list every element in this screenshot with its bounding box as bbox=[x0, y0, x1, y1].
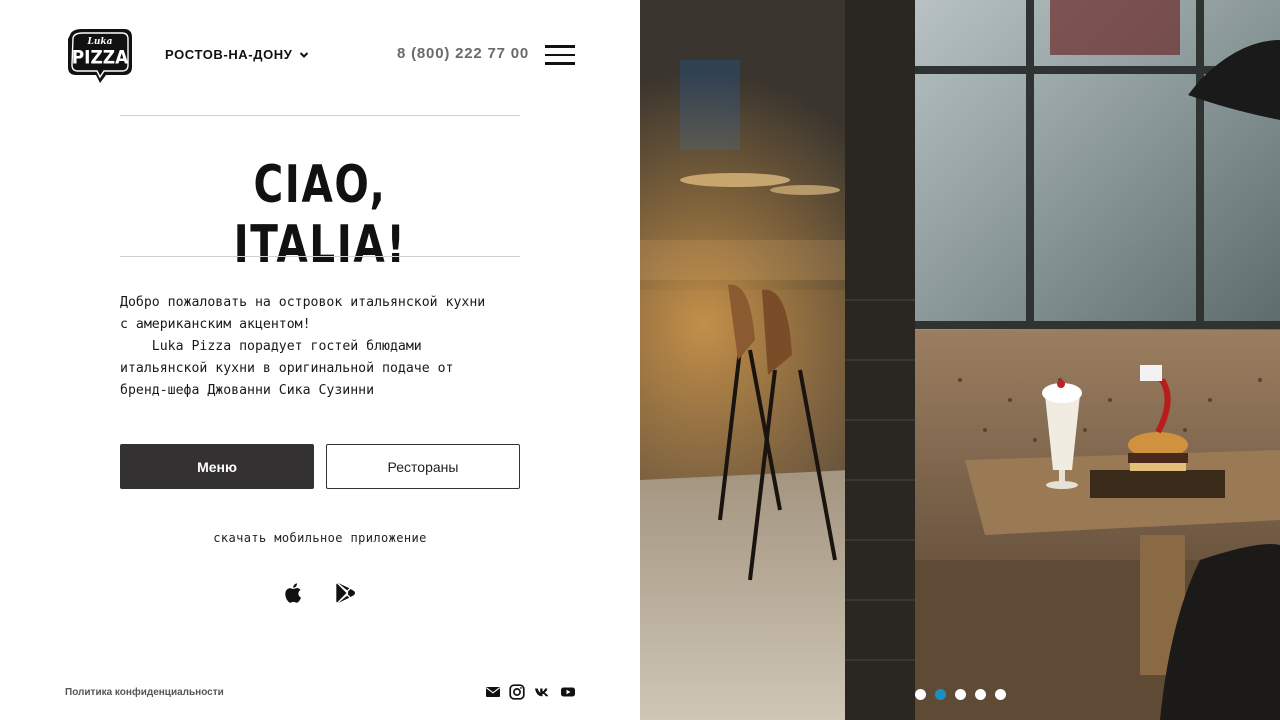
slider-dot[interactable] bbox=[935, 689, 946, 700]
svg-text:Luka: Luka bbox=[87, 37, 113, 47]
mail-icon[interactable] bbox=[485, 684, 501, 700]
phone-link[interactable]: 8 (800) 222 77 00 bbox=[397, 45, 529, 62]
divider-top bbox=[120, 115, 520, 116]
slider-dot[interactable] bbox=[955, 689, 966, 700]
slider-dots bbox=[915, 689, 1006, 700]
slider-dot[interactable] bbox=[995, 689, 1006, 700]
restaurants-button[interactable]: Рестораны bbox=[326, 444, 520, 489]
svg-text:PIZZA: PIZZA bbox=[72, 47, 129, 69]
intro-text: Добро пожаловать на островок итальянской… bbox=[120, 295, 486, 398]
youtube-icon[interactable] bbox=[560, 684, 576, 700]
page-title: CIAO, ITALIA! bbox=[233, 155, 407, 275]
privacy-policy-link[interactable]: Политика конфиденциальности bbox=[65, 687, 224, 698]
google-play-icon[interactable] bbox=[333, 581, 357, 605]
hero-photo-panel bbox=[640, 0, 1280, 720]
mobile-app-label: скачать мобильное приложение bbox=[213, 531, 427, 545]
city-selector[interactable]: РОСТОВ-НА-ДОНУ bbox=[165, 47, 310, 62]
menu-hamburger-icon[interactable] bbox=[545, 45, 575, 65]
divider-bottom bbox=[120, 256, 520, 257]
menu-button[interactable]: Меню bbox=[120, 444, 314, 489]
slider-dot[interactable] bbox=[975, 689, 986, 700]
content-panel: Luka PIZZA РОСТОВ-НА-ДОНУ 8 (800) 222 77… bbox=[0, 0, 640, 720]
city-label: РОСТОВ-НА-ДОНУ bbox=[165, 47, 293, 62]
chevron-down-icon bbox=[300, 51, 309, 58]
slider-dot[interactable] bbox=[915, 689, 926, 700]
apple-icon[interactable] bbox=[282, 581, 306, 605]
restaurant-interior-photo bbox=[640, 0, 1280, 720]
vk-icon[interactable] bbox=[534, 684, 550, 700]
luka-pizza-logo[interactable]: Luka PIZZA bbox=[64, 25, 136, 85]
instagram-icon[interactable] bbox=[509, 684, 525, 700]
